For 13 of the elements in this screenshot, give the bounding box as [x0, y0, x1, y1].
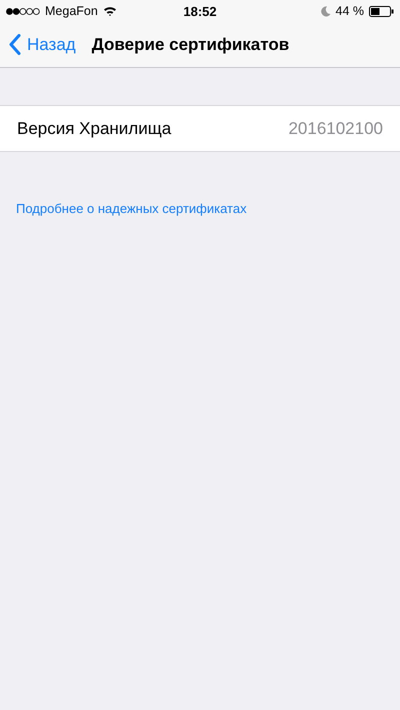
signal-icon	[6, 8, 40, 14]
status-time: 18:52	[183, 4, 217, 18]
moon-icon	[320, 6, 330, 16]
back-button[interactable]: Назад	[9, 34, 76, 55]
wifi-icon	[102, 6, 117, 16]
carrier-name: MegaFon	[45, 4, 98, 18]
battery-percent: 44 %	[336, 4, 364, 18]
row-label: Версия Хранилища	[17, 118, 172, 138]
battery-icon	[369, 6, 394, 16]
nav-title: Доверие сертификатов	[92, 34, 290, 54]
trust-info-link[interactable]: Подробнее о надежных сертификатах	[16, 201, 247, 216]
row-value: 2016102100	[288, 118, 383, 138]
chevron-left-icon	[9, 34, 21, 55]
